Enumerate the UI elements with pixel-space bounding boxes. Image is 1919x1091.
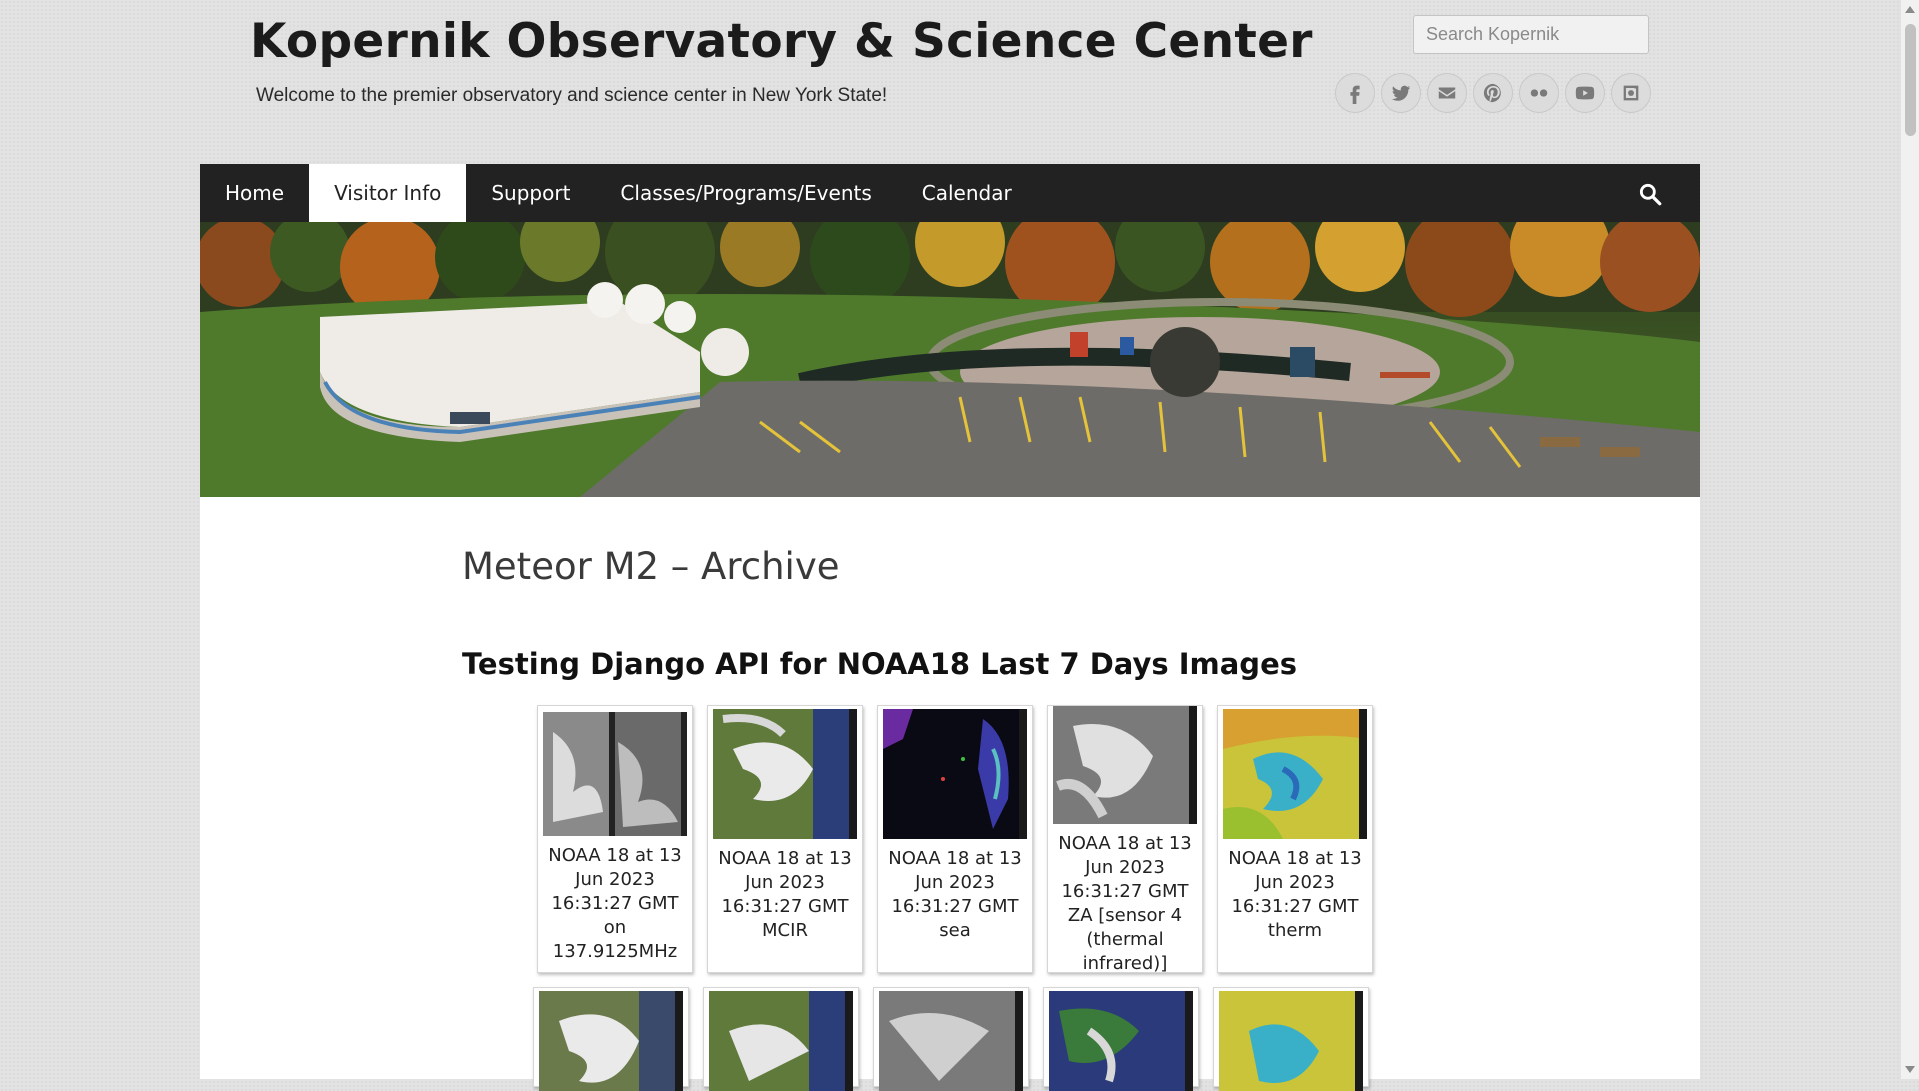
gallery-item[interactable] bbox=[1213, 987, 1369, 1091]
pinterest-icon[interactable] bbox=[1473, 73, 1513, 113]
satellite-image[interactable] bbox=[713, 709, 857, 839]
satellite-image[interactable] bbox=[543, 712, 687, 836]
page-title: Meteor M2 – Archive bbox=[462, 545, 840, 588]
gallery-item[interactable] bbox=[533, 987, 689, 1091]
satellite-image[interactable] bbox=[1053, 706, 1197, 824]
image-caption: NOAA 18 at 13 Jun 2023 16:31:27 GMT ther… bbox=[1228, 848, 1362, 941]
scroll-up-arrow-icon[interactable] bbox=[1905, 6, 1915, 13]
header-banner-image bbox=[200, 222, 1700, 497]
satellite-image[interactable] bbox=[709, 991, 853, 1091]
nav-item-classes-programs-events[interactable]: Classes/Programs/Events bbox=[595, 164, 896, 222]
flickr-icon[interactable] bbox=[1519, 73, 1559, 113]
scrollbar-thumb[interactable] bbox=[1905, 24, 1916, 136]
gallery-item[interactable] bbox=[1043, 987, 1199, 1091]
search-icon[interactable] bbox=[1637, 181, 1663, 207]
satellite-image[interactable] bbox=[1223, 709, 1367, 839]
main-content: Meteor M2 – Archive Testing Django API f… bbox=[200, 497, 1700, 1091]
gallery-item[interactable] bbox=[873, 987, 1029, 1091]
image-caption: NOAA 18 at 13 Jun 2023 16:31:27 GMT ZA [… bbox=[1058, 833, 1192, 974]
nav-item-calendar[interactable]: Calendar bbox=[897, 164, 1037, 222]
main-navigation: Home Visitor Info Support Classes/Progra… bbox=[200, 164, 1700, 222]
site-search-input[interactable] bbox=[1413, 15, 1649, 54]
image-caption: NOAA 18 at 13 Jun 2023 16:31:27 GMT on 1… bbox=[548, 845, 682, 962]
social-links bbox=[1335, 73, 1651, 113]
twitter-icon[interactable] bbox=[1381, 73, 1421, 113]
site-tagline: Welcome to the premier observatory and s… bbox=[256, 85, 888, 106]
youtube-icon[interactable] bbox=[1565, 73, 1605, 113]
instagram-icon[interactable] bbox=[1611, 73, 1651, 113]
site-title[interactable]: Kopernik Observatory & Science Center bbox=[250, 14, 1313, 69]
gallery-item[interactable]: NOAA 18 at 13 Jun 2023 16:31:27 GMT MCIR bbox=[707, 705, 863, 973]
satellite-image[interactable] bbox=[1049, 991, 1193, 1091]
email-icon[interactable] bbox=[1427, 73, 1467, 113]
section-heading: Testing Django API for NOAA18 Last 7 Day… bbox=[462, 647, 1297, 681]
gallery-item[interactable]: NOAA 18 at 13 Jun 2023 16:31:27 GMT sea bbox=[877, 705, 1033, 973]
facebook-icon[interactable] bbox=[1335, 73, 1375, 113]
gallery-item[interactable] bbox=[703, 987, 859, 1091]
satellite-image[interactable] bbox=[1219, 991, 1363, 1091]
scroll-down-arrow-icon[interactable] bbox=[1905, 1066, 1915, 1073]
gallery-item[interactable]: NOAA 18 at 13 Jun 2023 16:31:27 GMT ZA [… bbox=[1047, 705, 1203, 974]
image-caption: NOAA 18 at 13 Jun 2023 16:31:27 GMT MCIR bbox=[718, 848, 852, 941]
nav-item-visitor-info[interactable]: Visitor Info bbox=[309, 164, 467, 222]
observatory-aerial-photo bbox=[200, 222, 1700, 497]
nav-item-home[interactable]: Home bbox=[200, 164, 309, 222]
nav-item-support[interactable]: Support bbox=[466, 164, 595, 222]
image-caption: NOAA 18 at 13 Jun 2023 16:31:27 GMT sea bbox=[888, 848, 1022, 941]
satellite-image[interactable] bbox=[883, 709, 1027, 839]
page-scrollbar[interactable] bbox=[1900, 0, 1919, 1079]
gallery-item[interactable]: NOAA 18 at 13 Jun 2023 16:31:27 GMT ther… bbox=[1217, 705, 1373, 973]
satellite-image[interactable] bbox=[539, 991, 683, 1091]
satellite-image[interactable] bbox=[879, 991, 1023, 1091]
gallery-item[interactable]: NOAA 18 at 13 Jun 2023 16:31:27 GMT on 1… bbox=[537, 705, 693, 973]
